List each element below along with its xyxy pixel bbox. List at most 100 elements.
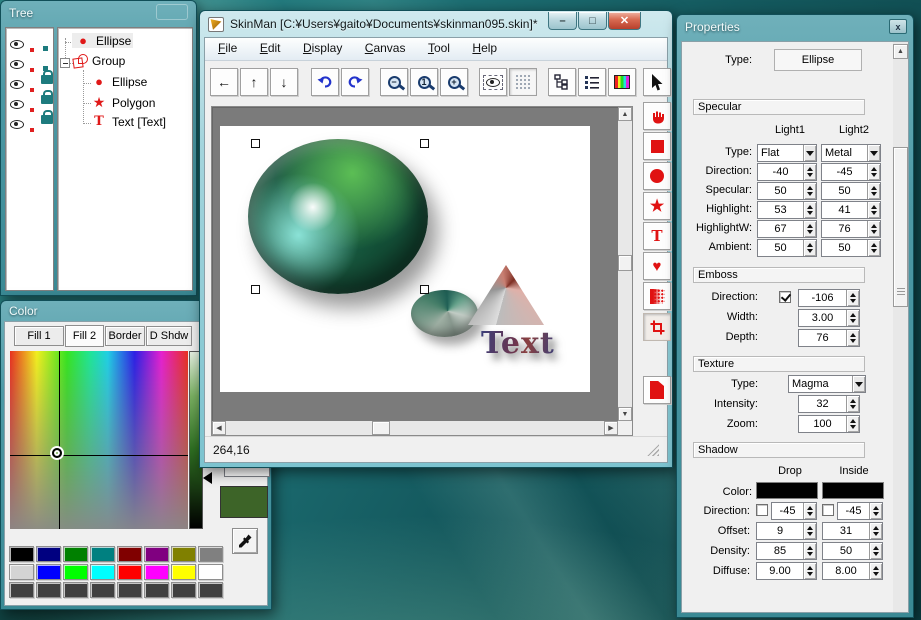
- preview-toggle-button[interactable]: [479, 68, 507, 96]
- tree-item-group[interactable]: Group: [72, 54, 125, 68]
- move-up-button[interactable]: ↑: [240, 68, 268, 96]
- redo-button[interactable]: [341, 68, 369, 96]
- light2-specular-input[interactable]: 50: [821, 182, 881, 200]
- spinner[interactable]: [803, 563, 816, 579]
- menu-file[interactable]: File: [209, 38, 246, 58]
- tree-window-close-button[interactable]: [156, 4, 188, 20]
- dropdown-arrow-icon[interactable]: [803, 145, 816, 161]
- tree-item-text[interactable]: T Text [Text]: [90, 114, 166, 129]
- flag-red-dot[interactable]: [30, 39, 34, 57]
- properties-scroll-thumb[interactable]: [893, 147, 908, 307]
- color-panel-button[interactable]: [608, 68, 636, 96]
- scroll-down-button[interactable]: ▼: [618, 407, 632, 421]
- scroll-left-button[interactable]: ◀: [212, 421, 226, 435]
- inside-offset-input[interactable]: 31: [822, 522, 883, 540]
- minimize-button[interactable]: –: [548, 12, 577, 30]
- spinner[interactable]: [803, 183, 816, 199]
- undo-button[interactable]: [311, 68, 339, 96]
- color-swatch[interactable]: [63, 582, 88, 598]
- drop-density-input[interactable]: 85: [756, 542, 817, 560]
- tool-pan[interactable]: [643, 102, 671, 130]
- canvas-ellipse-object[interactable]: [248, 139, 428, 294]
- color-swatch[interactable]: [198, 546, 223, 562]
- visibility-eye-icon[interactable]: [10, 96, 24, 114]
- color-swatch[interactable]: [144, 582, 169, 598]
- drop-shadow-color-swatch[interactable]: [756, 482, 818, 499]
- spinner[interactable]: [803, 202, 816, 218]
- selection-handle[interactable]: [420, 285, 429, 294]
- drop-direction-input[interactable]: -45: [771, 502, 817, 520]
- menu-edit[interactable]: Edit: [251, 38, 290, 58]
- move-back-button[interactable]: ←: [210, 68, 238, 96]
- menu-canvas[interactable]: Canvas: [356, 38, 415, 58]
- color-swatch[interactable]: [63, 546, 88, 562]
- texture-intensity-input[interactable]: 32: [798, 395, 860, 413]
- tab-fill2[interactable]: Fill 2: [65, 325, 104, 347]
- color-swatch[interactable]: [117, 582, 142, 598]
- value-strip-marker[interactable]: [203, 472, 212, 484]
- visibility-eye-icon[interactable]: [10, 76, 24, 94]
- color-swatch[interactable]: [36, 546, 61, 562]
- tab-fill1[interactable]: Fill 1: [14, 326, 64, 346]
- tree-item-polygon[interactable]: ★ Polygon: [90, 94, 155, 111]
- zoom-out-button[interactable]: −: [380, 68, 408, 96]
- visibility-eye-icon[interactable]: [10, 116, 24, 134]
- dropdown-arrow-icon[interactable]: [852, 376, 865, 392]
- light2-direction-input[interactable]: -45: [821, 163, 881, 181]
- color-swatch[interactable]: [9, 582, 34, 598]
- flag-teal-dot[interactable]: [43, 38, 48, 56]
- tab-dshdw[interactable]: D Shdw: [146, 326, 192, 346]
- spinner[interactable]: [869, 563, 882, 579]
- canvas-page[interactable]: Text: [220, 126, 590, 392]
- color-field[interactable]: [10, 351, 188, 529]
- spinner[interactable]: [867, 164, 880, 180]
- drop-direction-checkbox[interactable]: [756, 504, 768, 516]
- flag-red-dot[interactable]: [30, 99, 34, 117]
- light1-type-select[interactable]: Flat: [757, 144, 817, 162]
- color-swatch[interactable]: [117, 564, 142, 580]
- spinner[interactable]: [803, 503, 816, 519]
- scroll-up-button[interactable]: ▲: [618, 107, 632, 121]
- menu-display[interactable]: Display: [294, 38, 351, 58]
- flag-red-dot[interactable]: [30, 119, 34, 137]
- spinner[interactable]: [846, 416, 859, 432]
- canvas-small-ellipse-object[interactable]: [411, 290, 478, 337]
- selection-handle[interactable]: [251, 285, 260, 294]
- inside-diffuse-input[interactable]: 8.00: [822, 562, 883, 580]
- spinner[interactable]: [803, 221, 816, 237]
- color-swatch[interactable]: [171, 564, 196, 580]
- texture-zoom-input[interactable]: 100: [798, 415, 860, 433]
- spinner[interactable]: [869, 523, 882, 539]
- menu-tool[interactable]: Tool: [419, 38, 459, 58]
- light2-highlightw-input[interactable]: 76: [821, 220, 881, 238]
- hscroll-thumb[interactable]: [372, 421, 390, 435]
- inside-density-input[interactable]: 50: [822, 542, 883, 560]
- emboss-width-input[interactable]: 3.00: [798, 309, 860, 327]
- move-down-button[interactable]: ↓: [270, 68, 298, 96]
- color-swatch[interactable]: [171, 582, 196, 598]
- canvas-hscrollbar[interactable]: ◀ ▶: [212, 421, 618, 435]
- canvas-vscrollbar[interactable]: ▲ ▼: [618, 107, 632, 421]
- emboss-direction-checkbox[interactable]: [779, 291, 791, 303]
- light1-direction-input[interactable]: -40: [757, 163, 817, 181]
- spinner[interactable]: [846, 290, 859, 306]
- zoom-in-button[interactable]: +: [440, 68, 468, 96]
- new-page-button[interactable]: [643, 376, 671, 404]
- spinner[interactable]: [867, 240, 880, 256]
- light2-ambient-input[interactable]: 50: [821, 239, 881, 257]
- scroll-right-button[interactable]: ▶: [604, 421, 618, 435]
- color-swatch[interactable]: [144, 546, 169, 562]
- maximize-button[interactable]: □: [578, 12, 607, 30]
- emboss-direction-input[interactable]: -106: [798, 289, 860, 307]
- tab-border[interactable]: Border: [105, 326, 145, 346]
- color-swatch[interactable]: [9, 546, 34, 562]
- lock-icon[interactable]: [41, 69, 53, 89]
- visibility-eye-icon[interactable]: [10, 36, 24, 54]
- tool-polygon[interactable]: ★: [643, 192, 671, 220]
- scroll-up-button[interactable]: ▲: [893, 44, 908, 59]
- tree-item-ellipse-child[interactable]: ● Ellipse: [90, 74, 147, 89]
- texture-type-select[interactable]: Magma: [788, 375, 866, 393]
- flag-red-dot[interactable]: [30, 59, 34, 77]
- color-swatch[interactable]: [117, 546, 142, 562]
- spinner[interactable]: [803, 543, 816, 559]
